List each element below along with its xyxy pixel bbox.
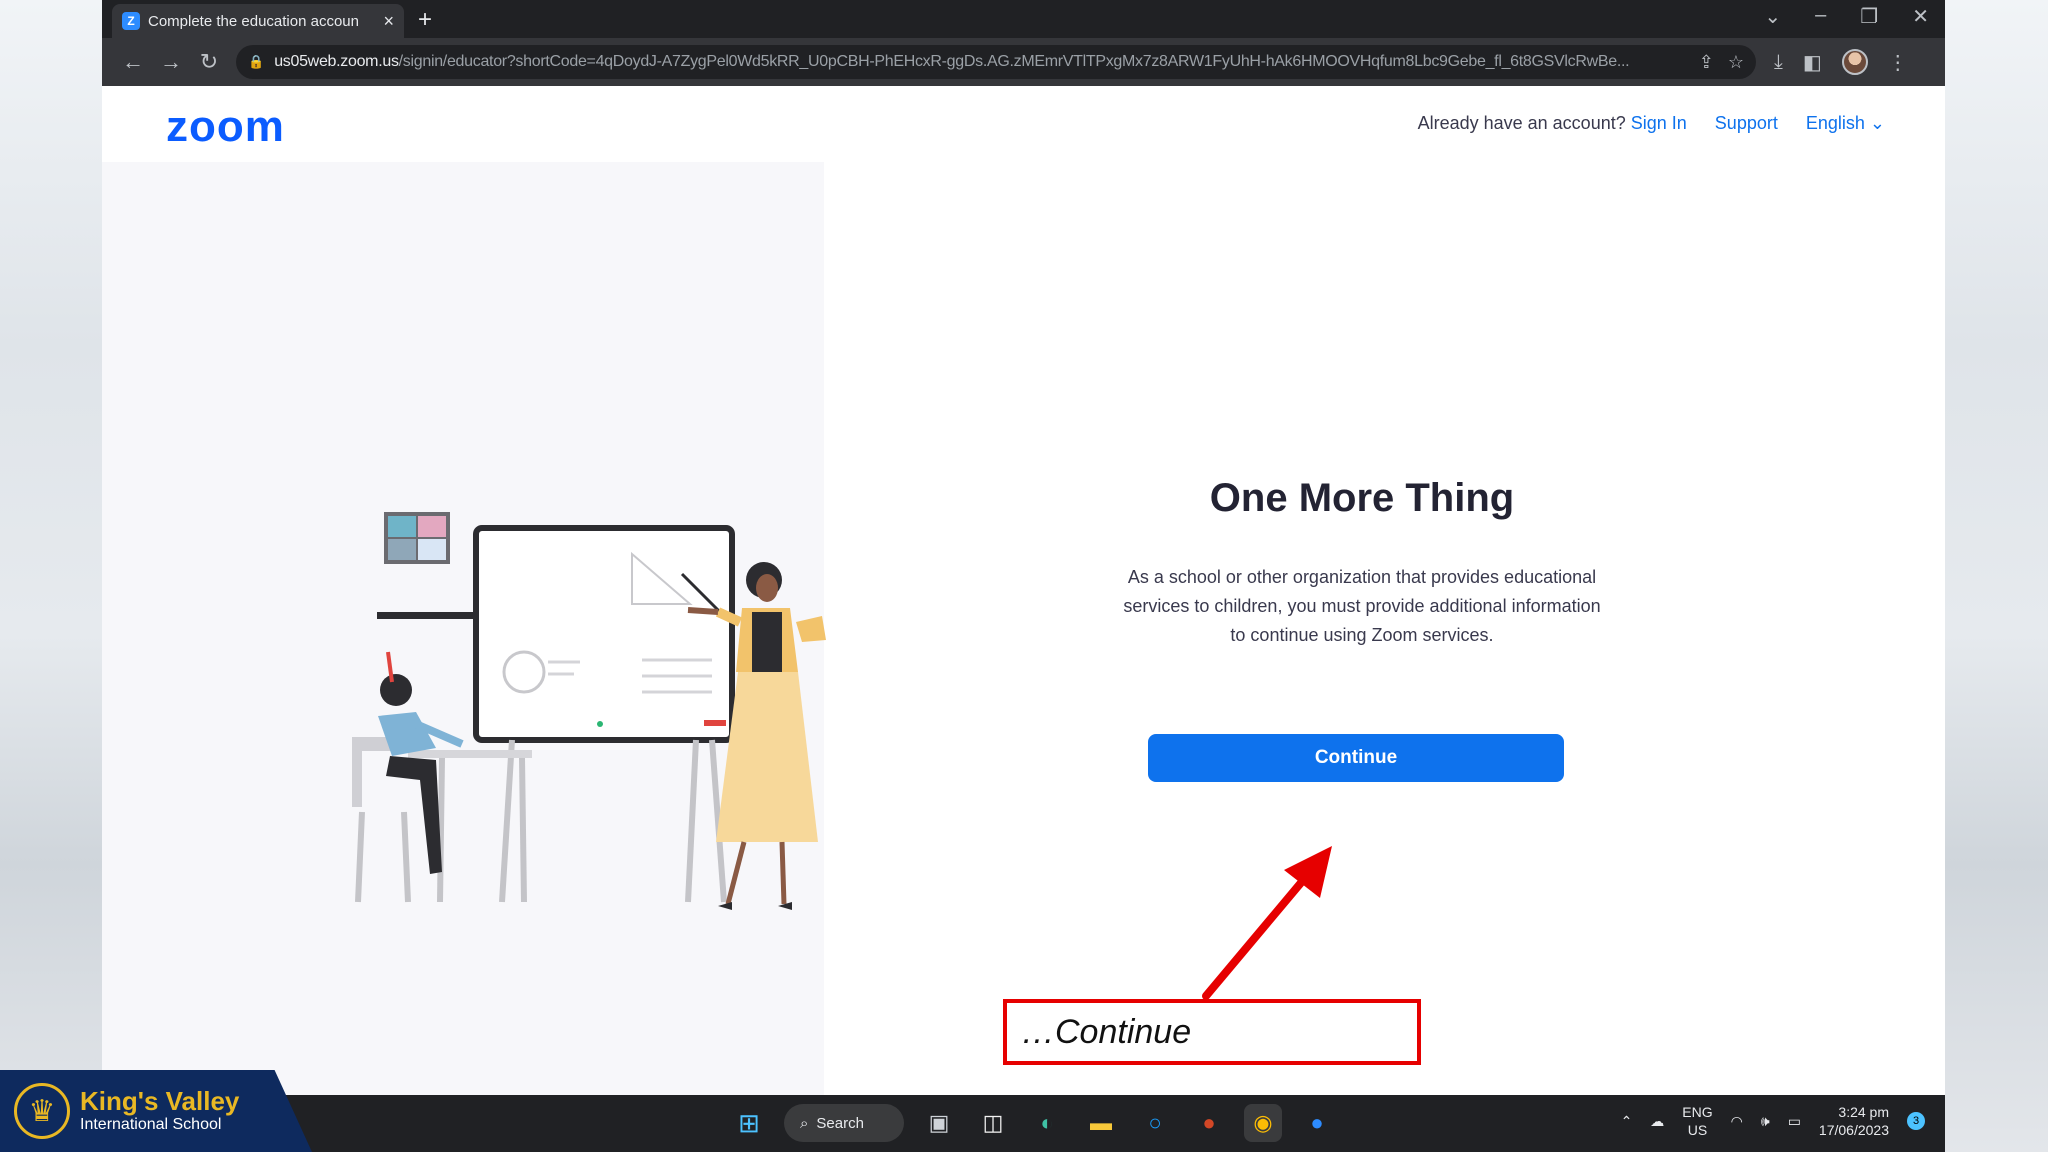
notification-badge[interactable]: 3	[1907, 1112, 1925, 1130]
annotation-callout: …Continue	[1003, 999, 1421, 1065]
tab-active[interactable]: Z Complete the education account ×	[112, 4, 404, 38]
menu-kebab-icon[interactable]: ⋮	[1888, 50, 1908, 75]
zoom-logo[interactable]: zoom	[166, 102, 285, 152]
forward-icon[interactable]: →	[152, 49, 190, 75]
windows-start-icon[interactable]: ⊞	[730, 1104, 768, 1142]
close-window-icon[interactable]: ✕	[1912, 4, 1929, 29]
taskbar-apps: ⊞ ⌕ Search ▣ ◫ ◐ ▬ ○ ● ◉ ●	[730, 1104, 1336, 1142]
language-select[interactable]: English ⌄	[1806, 113, 1885, 134]
url-host: us05web.zoom.us	[274, 53, 399, 70]
language-label: English	[1805, 113, 1865, 133]
profile-avatar[interactable]	[1841, 49, 1868, 75]
input-language[interactable]: ENG US	[1682, 1103, 1712, 1139]
wifi-icon[interactable]: ◠	[1731, 1113, 1743, 1130]
task-view-icon[interactable]: ▣	[920, 1104, 958, 1142]
support-link[interactable]: Support	[1715, 113, 1778, 134]
battery-icon[interactable]: ▭	[1788, 1113, 1801, 1130]
url-field[interactable]: 🔒 us05web.zoom.us/signin/educator?shortC…	[236, 45, 1756, 79]
brand-text: King's Valley International School	[80, 1087, 239, 1135]
classroom-illustration	[352, 512, 826, 910]
clock-date: 17/06/2023	[1818, 1122, 1889, 1138]
powerpoint-icon[interactable]: ●	[1190, 1104, 1228, 1142]
toolbar-actions: ⤓ ◧ ⋮	[1774, 49, 1908, 75]
store-icon[interactable]: ◫	[974, 1104, 1012, 1142]
zoom-page: zoom Already have an account? Sign In Su…	[102, 86, 1945, 1095]
chevron-up-icon[interactable]: ⌃	[1621, 1113, 1633, 1130]
onedrive-icon[interactable]: ☁	[1650, 1113, 1664, 1130]
lock-icon[interactable]: 🔒	[248, 54, 264, 70]
page-description: As a school or other organization that p…	[1123, 567, 1601, 645]
close-tab-icon[interactable]: ×	[383, 11, 394, 32]
background-left	[0, 0, 102, 1152]
lang-bottom: US	[1687, 1122, 1708, 1138]
brand-name: King's Valley	[80, 1086, 240, 1116]
taskbar: ⊞ ⌕ Search ▣ ◫ ◐ ▬ ○ ● ◉ ● ⌃ ☁ ENG US ◠ …	[102, 1095, 1945, 1152]
side-panel-icon[interactable]: ◧	[1803, 50, 1822, 75]
background-right	[1945, 0, 2048, 1152]
file-explorer-icon[interactable]: ▬	[1082, 1104, 1120, 1142]
annotation-arrow-icon	[1202, 846, 1332, 1000]
tab-search-icon[interactable]: ⌄	[1764, 4, 1781, 29]
lang-top: ENG	[1682, 1104, 1713, 1120]
system-tray: ⌃ ☁ ENG US ◠ 🕪 ▭ 3:24 pm 17/06/2023 3	[1621, 1103, 1925, 1139]
chevron-down-icon: ⌄	[1869, 113, 1885, 133]
page-title: One More Thing	[1209, 476, 1515, 520]
cortana-icon[interactable]: ○	[1136, 1104, 1174, 1142]
taskbar-search[interactable]: ⌕ Search	[784, 1104, 904, 1142]
address-bar: ← → ↻ 🔒 us05web.zoom.us/signin/educator?…	[102, 38, 1945, 86]
search-label: Search	[816, 1114, 864, 1132]
back-icon[interactable]: ←	[114, 49, 152, 75]
clock-time: 3:24 pm	[1838, 1104, 1889, 1120]
zoom-favicon-icon: Z	[122, 12, 140, 30]
brand-subtitle: International School	[80, 1116, 222, 1133]
account-prompt: Already have an account? Sign In	[1418, 113, 1687, 134]
info-content: One More Thing As a school or other orga…	[1122, 476, 1602, 650]
wall-window-icon	[384, 512, 450, 564]
tab-bar: Z Complete the education account × + ⌄ –…	[102, 0, 1945, 38]
bookmark-star-icon[interactable]: ☆	[1728, 52, 1744, 73]
continue-button[interactable]: Continue	[1148, 734, 1564, 782]
restore-icon[interactable]: ❐	[1860, 4, 1878, 29]
volume-icon[interactable]: 🕪	[1761, 1113, 1770, 1130]
illustration-panel	[102, 162, 826, 1095]
zoom-app-icon[interactable]: ●	[1298, 1104, 1336, 1142]
tab-title: Complete the education account	[148, 12, 358, 30]
edge-icon[interactable]: ◐	[1028, 1104, 1066, 1142]
url-actions: ⇪ ☆	[1699, 52, 1744, 73]
browser-window: Z Complete the education account × + ⌄ –…	[102, 0, 1945, 1095]
header-links: Already have an account? Sign In Support…	[1418, 113, 1885, 134]
url-path: /signin/educator?shortCode=4qDoydJ-A7Zyg…	[398, 53, 1630, 70]
download-icon[interactable]: ⤓	[1774, 51, 1783, 74]
new-tab-button[interactable]: +	[418, 6, 432, 34]
sign-in-link[interactable]: Sign In	[1631, 113, 1687, 133]
lion-crest-icon: ♛	[14, 1083, 70, 1139]
already-have-account-text: Already have an account?	[1417, 113, 1626, 133]
url-text: us05web.zoom.us/signin/educator?shortCod…	[274, 53, 1689, 71]
school-brand-overlay: ♛ King's Valley International School	[0, 1070, 312, 1152]
reload-icon[interactable]: ↻	[190, 49, 228, 75]
clock[interactable]: 3:24 pm 17/06/2023	[1819, 1103, 1889, 1139]
minimize-icon[interactable]: –	[1815, 4, 1826, 29]
chrome-icon[interactable]: ◉	[1244, 1104, 1282, 1142]
window-controls: ⌄ – ❐ ✕	[1764, 4, 1929, 29]
search-icon: ⌕	[800, 1114, 809, 1132]
zoom-header: zoom Already have an account? Sign In Su…	[102, 86, 1945, 162]
share-icon[interactable]: ⇪	[1699, 52, 1714, 73]
